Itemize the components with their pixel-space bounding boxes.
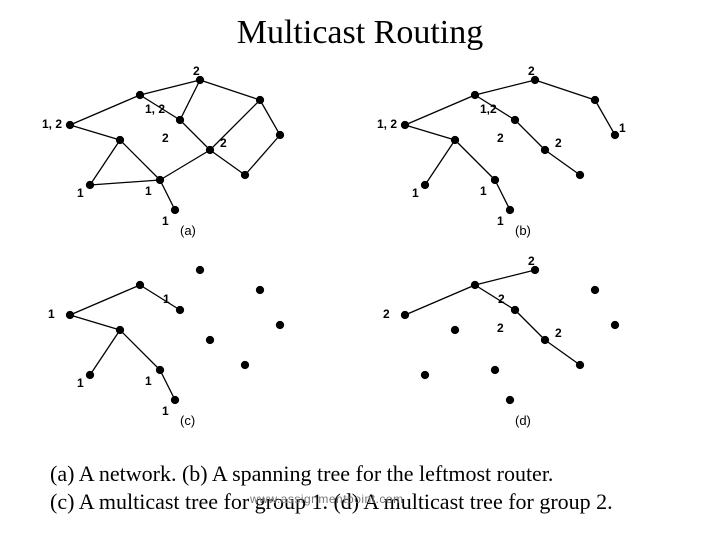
node-label: 2 xyxy=(498,292,505,306)
node-label: 1 xyxy=(77,376,84,390)
caption: (a) A network. (b) A spanning tree for t… xyxy=(50,460,690,515)
page-title: Multicast Routing xyxy=(0,0,720,60)
panel-c: 1 1 1 1 1 (c) xyxy=(50,255,330,435)
node-label: 1,2 xyxy=(480,102,497,116)
watermark: www.assignmentpoint.com xyxy=(250,492,404,506)
node-label: 1 xyxy=(145,184,152,198)
node-label: 1 xyxy=(163,292,170,306)
node-label: 2 xyxy=(497,321,504,335)
node-label: 1 xyxy=(77,186,84,200)
node-label: 1 xyxy=(162,214,169,228)
node-label: 1 xyxy=(497,214,504,228)
node-label: 2 xyxy=(528,64,535,78)
node-label: 2 xyxy=(555,326,562,340)
node-label: 1 xyxy=(619,121,626,135)
node-label: 1, 2 xyxy=(42,117,62,131)
node-label: 1 xyxy=(48,307,55,321)
node-label: 2 xyxy=(383,307,390,321)
panel-label-c: (c) xyxy=(180,413,195,428)
node-label: 2 xyxy=(162,131,169,145)
node-label: 2 xyxy=(220,136,227,150)
panel-label-a: (a) xyxy=(180,223,196,238)
node-label: 2 xyxy=(528,254,535,268)
node-label: 1 xyxy=(162,404,169,418)
caption-line-1: (a) A network. (b) A spanning tree for t… xyxy=(50,461,553,486)
panel-d: 2 2 2 2 2 (d) xyxy=(385,255,665,435)
panel-a: 1, 2 2 1, 2 2 2 1 1 1 (a) xyxy=(50,65,330,245)
node-label: 1 xyxy=(480,184,487,198)
panel-label-d: (d) xyxy=(515,413,531,428)
panel-b: 1, 2 2 1 1,2 2 2 1 1 1 (b) xyxy=(385,65,665,245)
node-label: 1 xyxy=(412,186,419,200)
diagram-area: 1, 2 2 1, 2 2 2 1 1 1 (a) xyxy=(0,60,720,430)
panel-label-b: (b) xyxy=(515,223,531,238)
node-label: 1, 2 xyxy=(377,117,397,131)
node-label: 1 xyxy=(145,374,152,388)
node-label: 2 xyxy=(193,64,200,78)
node-label: 2 xyxy=(497,131,504,145)
node-label: 1, 2 xyxy=(145,102,165,116)
node-label: 2 xyxy=(555,136,562,150)
